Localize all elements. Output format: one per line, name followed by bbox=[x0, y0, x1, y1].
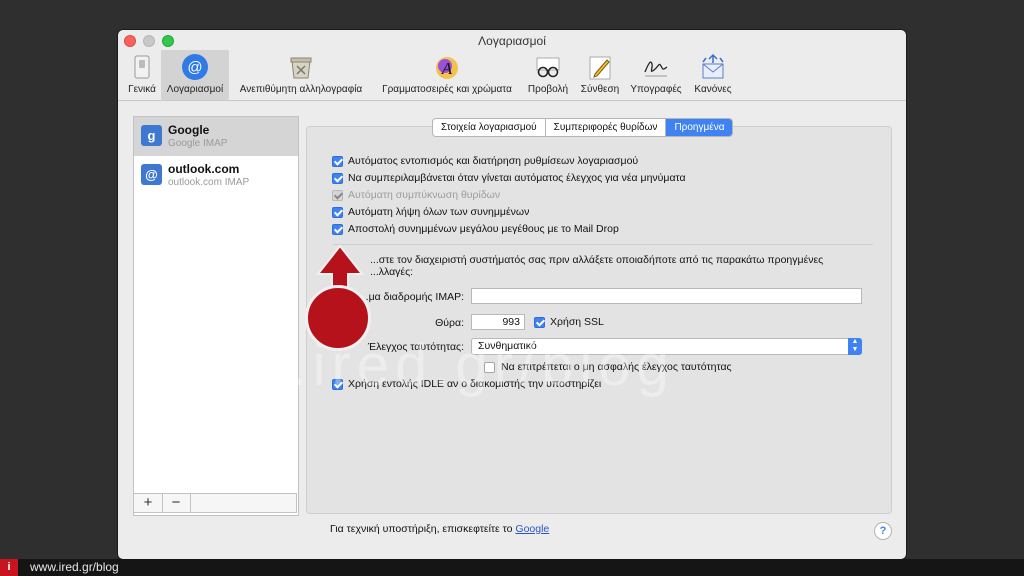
download-attachments-label: Αυτόματη λήψη όλων των συνημμένων bbox=[348, 206, 530, 218]
toolbar-item-label: Σύνθεση bbox=[580, 84, 620, 95]
toolbar-rules[interactable]: Κανόνες bbox=[688, 50, 738, 100]
include-auto-check-label: Να συμπεριλαμβάνεται όταν γίνεται αυτόμα… bbox=[348, 172, 686, 184]
tab-mailbox-behaviors[interactable]: Συμπεριφορές θυρίδων bbox=[546, 119, 667, 136]
glasses-icon bbox=[536, 57, 560, 78]
toolbar-viewing[interactable]: Προβολή bbox=[523, 50, 573, 100]
account-name: outlook.com bbox=[168, 162, 240, 176]
imap-path-input[interactable] bbox=[471, 288, 862, 304]
auto-detect-label: Αυτόματος εντοπισμός και διατήρηση ρυθμί… bbox=[348, 155, 639, 167]
google-icon: g bbox=[141, 125, 162, 146]
toolbar-signatures[interactable]: Υπογραφές bbox=[625, 50, 687, 100]
highlight-marker bbox=[305, 285, 371, 351]
mail-drop-checkbox[interactable] bbox=[332, 224, 343, 235]
toolbar-composing[interactable]: Σύνθεση bbox=[576, 50, 624, 100]
toolbar-item-label: Γενικά bbox=[128, 84, 156, 95]
preferences-window: Λογαριασμοί Γενικά @ Λογαριασμοί Ανεπιθύ… bbox=[118, 30, 906, 559]
at-sign-icon: @ bbox=[182, 54, 208, 80]
toolbar: Γενικά @ Λογαριασμοί Ανεπιθύμητη αλληλογ… bbox=[118, 50, 906, 100]
account-name: Google bbox=[168, 123, 210, 137]
toolbar-general[interactable]: Γενικά bbox=[123, 50, 161, 100]
advanced-notice-line1: ...στε τον διαχειριστή συστήματός σας πρ… bbox=[370, 254, 824, 266]
tab-account-info[interactable]: Στοιχεία λογαριασμού bbox=[433, 119, 546, 136]
use-ssl-label: Χρήση SSL bbox=[550, 316, 604, 328]
site-banner: i www.ired.gr/blog bbox=[0, 559, 1024, 576]
compact-mailboxes-label: Αυτόματη συμπύκνωση θυρίδων bbox=[348, 189, 501, 201]
mail-drop-label: Αποστολή συνημμένων μεγάλου μεγέθους με … bbox=[348, 223, 619, 235]
site-url: www.ired.gr/blog bbox=[30, 560, 119, 574]
toolbar-item-label: Ανεπιθύμητη αλληλογραφία bbox=[239, 84, 363, 95]
signature-icon bbox=[644, 61, 668, 77]
toolbar-item-label: Γραμματοσειρές και χρώματα bbox=[382, 84, 512, 95]
support-text: Για τεχνική υποστήριξη, επισκεφτείτε το bbox=[330, 523, 516, 535]
help-button[interactable]: ? bbox=[874, 522, 892, 540]
use-ssl-checkbox[interactable] bbox=[534, 317, 545, 328]
accounts-list: g Google Google IMAP @ outlook.com outlo… bbox=[133, 116, 299, 516]
remove-account-button[interactable]: − bbox=[162, 494, 191, 512]
window-title: Λογαριασμοί bbox=[478, 34, 546, 48]
accounts-list-footer: + − bbox=[133, 493, 297, 513]
toolbar-item-label: Υπογραφές bbox=[630, 84, 682, 95]
add-account-button[interactable]: + bbox=[134, 494, 163, 512]
advanced-notice-line2: ...λλαγές: bbox=[370, 266, 414, 278]
account-item-google[interactable]: g Google Google IMAP bbox=[134, 117, 298, 156]
account-type: Google IMAP bbox=[168, 138, 228, 149]
at-sign-icon: @ bbox=[141, 164, 162, 185]
tab-bar: Στοιχεία λογαριασμού Συμπεριφορές θυρίδω… bbox=[432, 118, 734, 137]
svg-text:@: @ bbox=[187, 59, 202, 76]
google-support-link[interactable]: Google bbox=[515, 523, 549, 535]
font-color-icon: A bbox=[436, 57, 458, 79]
account-item-outlook[interactable]: @ outlook.com outlook.com IMAP bbox=[134, 156, 298, 195]
svg-text:A: A bbox=[441, 59, 453, 78]
toolbar-accounts[interactable]: @ Λογαριασμοί bbox=[161, 50, 229, 100]
junk-mail-icon bbox=[290, 57, 312, 79]
download-attachments-checkbox[interactable] bbox=[332, 207, 343, 218]
watermark: www.ired.gr/blog bbox=[150, 333, 675, 398]
options-separator bbox=[333, 244, 873, 245]
port-input[interactable]: 993 bbox=[471, 314, 525, 330]
port-label: Θύρα: bbox=[435, 317, 464, 329]
titlebar: Λογαριασμοί bbox=[118, 30, 906, 52]
compose-pencil-icon bbox=[589, 56, 611, 80]
toolbar-junk-mail[interactable]: Ανεπιθύμητη αλληλογραφία bbox=[231, 50, 371, 100]
toolbar-fonts-colors[interactable]: A Γραμματοσειρές και χρώματα bbox=[374, 50, 520, 100]
ired-logo: i bbox=[0, 559, 18, 576]
compact-mailboxes-checkbox bbox=[332, 190, 343, 201]
imap-path-label: ...μα διαδρομής IMAP: bbox=[359, 291, 464, 303]
toolbar-item-label: Κανόνες bbox=[694, 84, 732, 95]
include-auto-check-checkbox[interactable] bbox=[332, 173, 343, 184]
toolbar-item-label: Λογαριασμοί bbox=[166, 84, 224, 95]
toolbar-divider bbox=[118, 100, 906, 101]
toolbar-item-label: Προβολή bbox=[527, 84, 569, 95]
account-type: outlook.com IMAP bbox=[168, 177, 250, 188]
auto-detect-checkbox[interactable] bbox=[332, 156, 343, 167]
rules-envelope-icon bbox=[702, 53, 724, 79]
support-footer: Για τεχνική υποστήριξη, επισκεφτείτε το … bbox=[330, 523, 549, 535]
tab-advanced[interactable]: Προηγμένα bbox=[666, 119, 733, 136]
switch-icon bbox=[134, 55, 150, 79]
